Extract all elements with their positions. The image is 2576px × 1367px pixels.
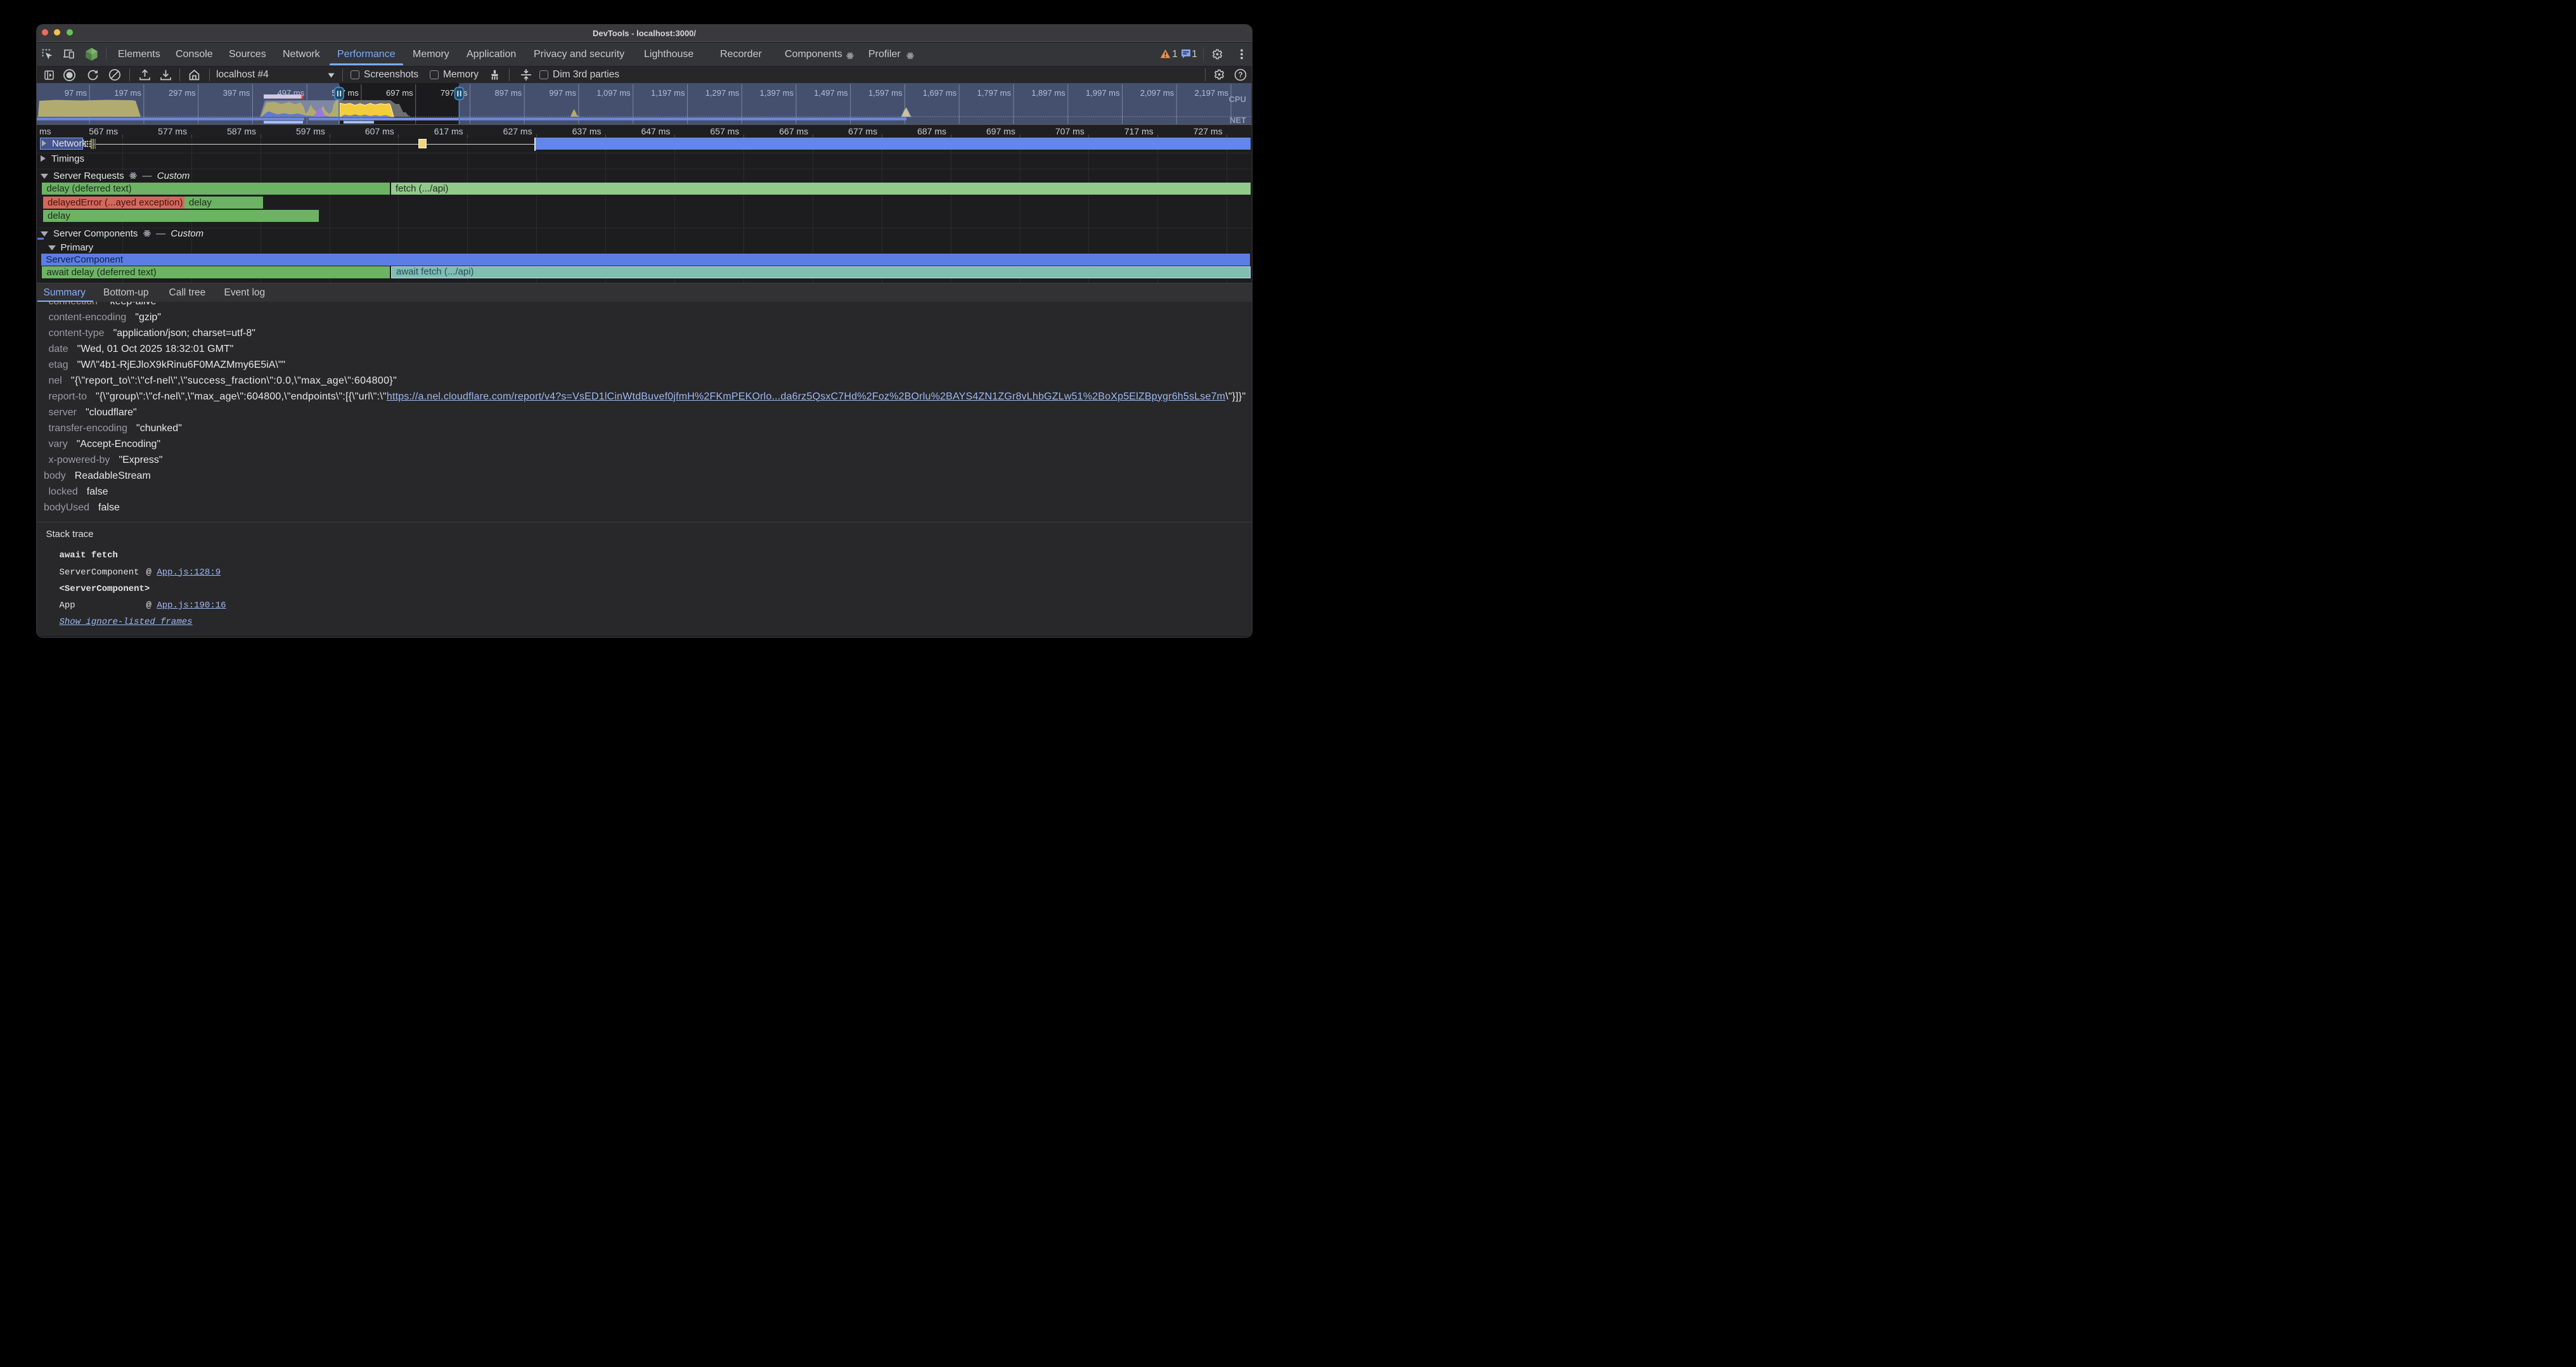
svg-text:297 ms: 297 ms [169, 88, 196, 98]
svg-text:2,197 ms: 2,197 ms [1195, 88, 1229, 98]
svg-text:697 ms: 697 ms [386, 88, 413, 98]
svg-text:1,597 ms: 1,597 ms [868, 88, 903, 98]
svg-text:497 ms: 497 ms [278, 88, 305, 98]
svg-text:1,397 ms: 1,397 ms [760, 88, 794, 98]
svg-text:397 ms: 397 ms [223, 88, 250, 98]
svg-text:2,097 ms: 2,097 ms [1140, 88, 1175, 98]
svg-text:1,297 ms: 1,297 ms [705, 88, 740, 98]
svg-text:897 ms: 897 ms [495, 88, 522, 98]
svg-text:1,897 ms: 1,897 ms [1031, 88, 1066, 98]
svg-text:1,797 ms: 1,797 ms [977, 88, 1012, 98]
svg-text:1,997 ms: 1,997 ms [1086, 88, 1120, 98]
svg-text:997 ms: 997 ms [549, 88, 576, 98]
svg-text:NET: NET [1230, 115, 1246, 124]
svg-text:1,497 ms: 1,497 ms [814, 88, 848, 98]
svg-text:1,697 ms: 1,697 ms [923, 88, 957, 98]
svg-text:1,097 ms: 1,097 ms [596, 88, 631, 98]
svg-text:1,197 ms: 1,197 ms [651, 88, 685, 98]
svg-text:CPU: CPU [1229, 94, 1246, 104]
svg-text:?: ? [1238, 72, 1242, 79]
svg-text:97 ms: 97 ms [65, 88, 87, 98]
svg-text:197 ms: 197 ms [114, 88, 141, 98]
